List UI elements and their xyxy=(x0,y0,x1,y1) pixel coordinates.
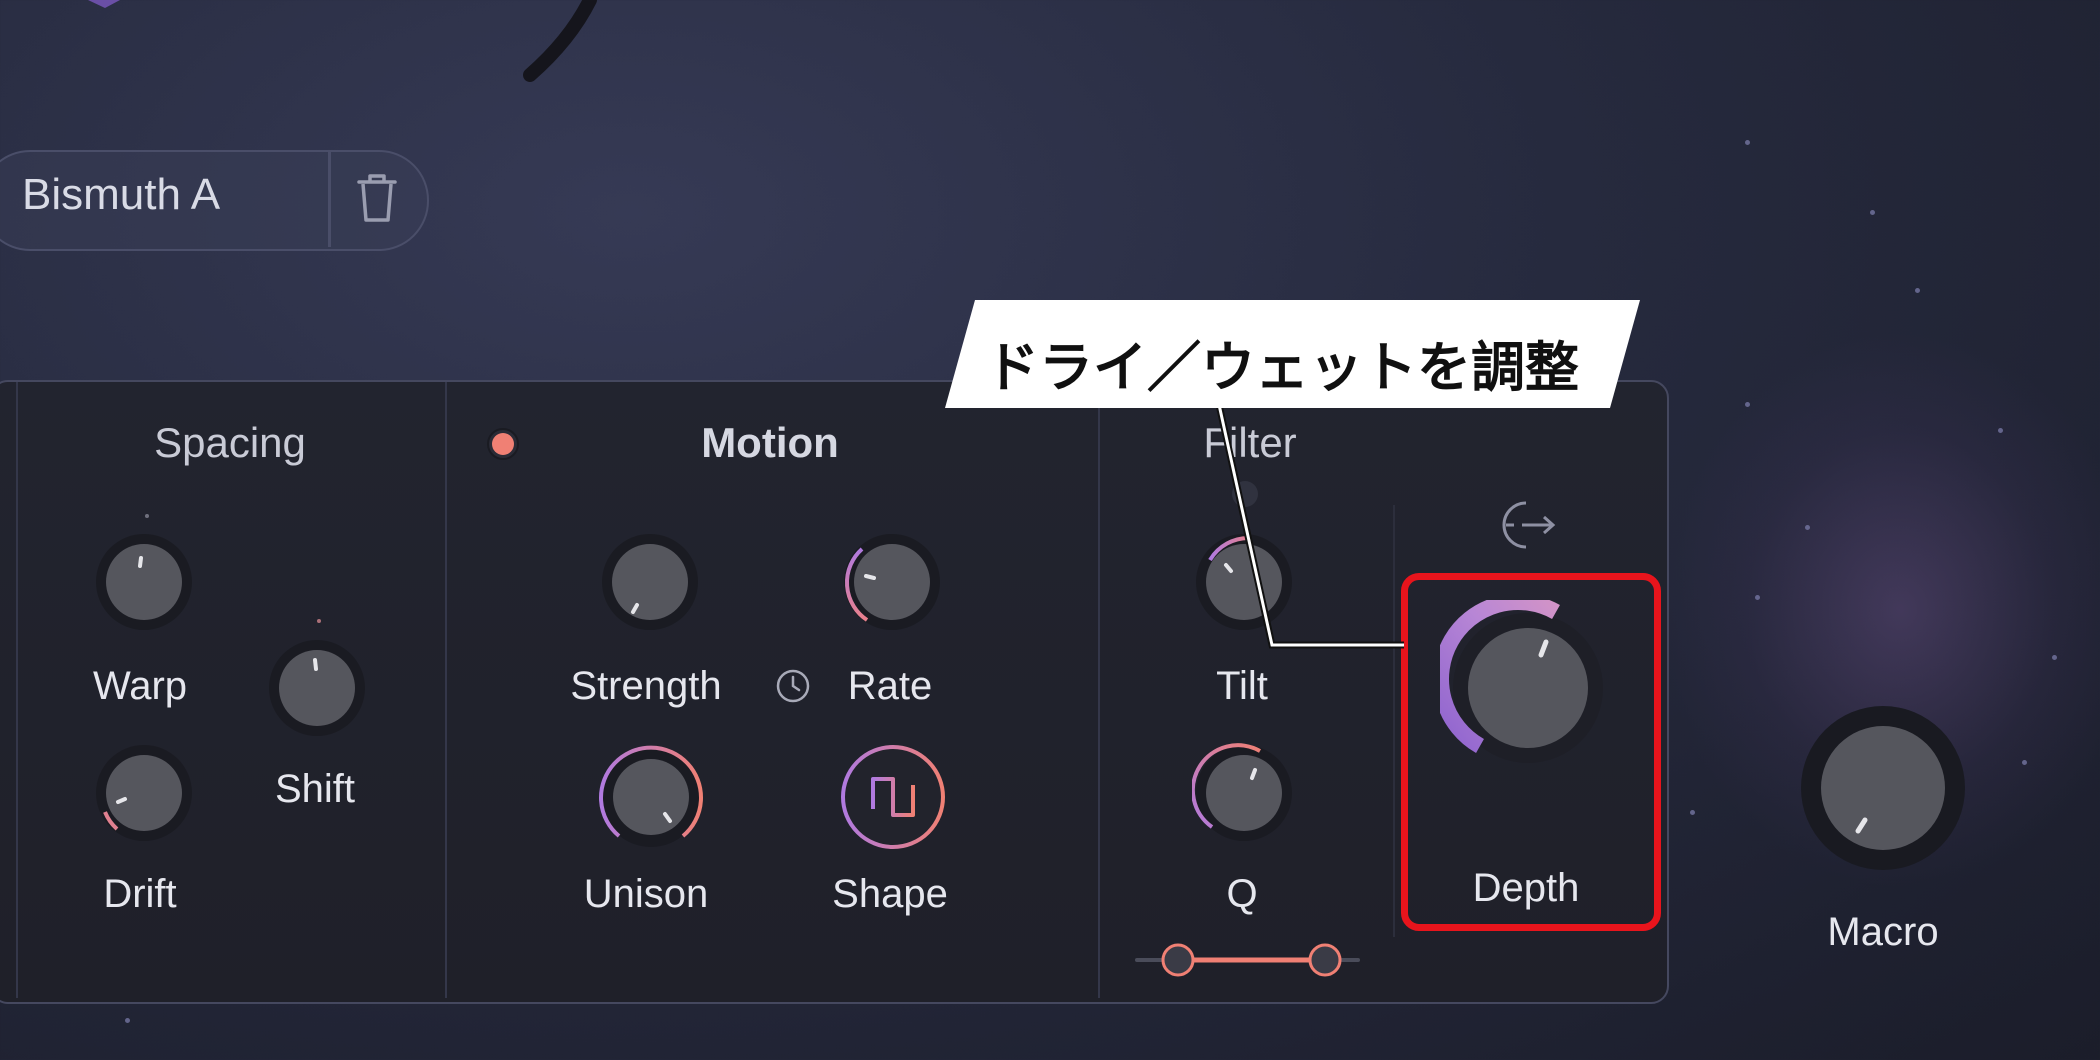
callout-leader-line xyxy=(1214,399,1404,649)
callout-text: ドライ／ウェットを調整 xyxy=(985,336,1579,399)
